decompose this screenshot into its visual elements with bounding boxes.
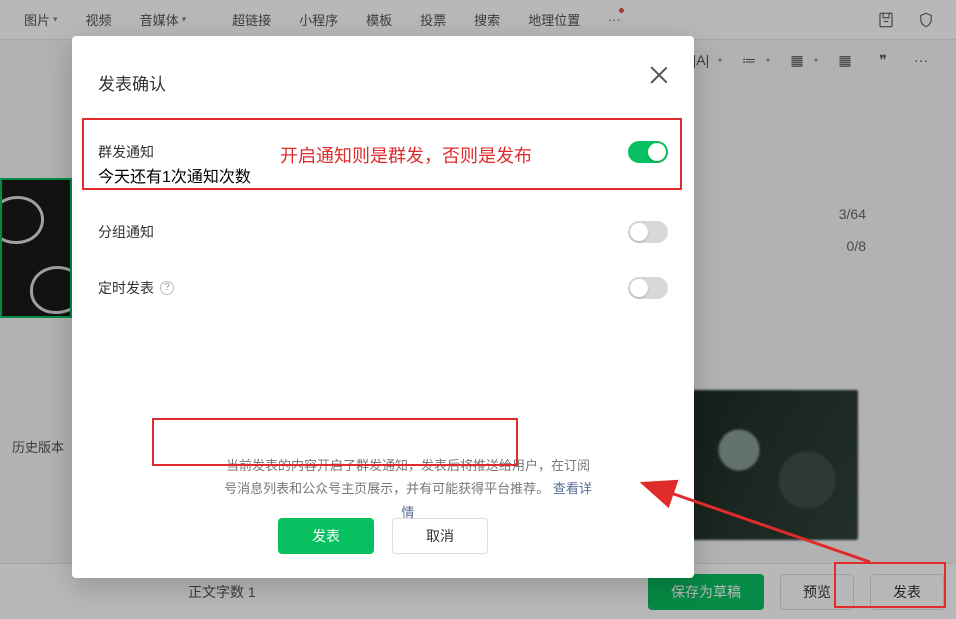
publish-info-text: 当前发表的内容开启了群发通知，发表后将推送给用户，在订阅号消息列表和公众号主页展… xyxy=(222,454,594,524)
modal-cancel-button[interactable]: 取消 xyxy=(392,518,488,554)
broadcast-notify-label: 群发通知 xyxy=(98,142,154,162)
option-scheduled-publish: 定时发表 ? xyxy=(98,277,668,299)
option-group-notify: 分组通知 xyxy=(98,221,668,243)
broadcast-notify-switch[interactable] xyxy=(628,141,668,163)
scheduled-publish-switch[interactable] xyxy=(628,277,668,299)
publish-confirm-modal: 发表确认 群发通知 今天还有1次通知次数 分组通知 定时发表 ? 当前发表的内容… xyxy=(72,36,694,578)
help-icon[interactable]: ? xyxy=(160,281,174,295)
group-notify-label: 分组通知 xyxy=(98,222,154,242)
group-notify-switch[interactable] xyxy=(628,221,668,243)
modal-publish-button[interactable]: 发表 xyxy=(278,518,374,554)
close-icon[interactable] xyxy=(648,64,670,86)
option-broadcast-notify: 群发通知 今天还有1次通知次数 xyxy=(98,141,668,187)
broadcast-notify-subtext: 今天还有1次通知次数 xyxy=(98,163,668,187)
scheduled-publish-label: 定时发表 ? xyxy=(98,278,174,298)
modal-title: 发表确认 xyxy=(98,70,668,95)
